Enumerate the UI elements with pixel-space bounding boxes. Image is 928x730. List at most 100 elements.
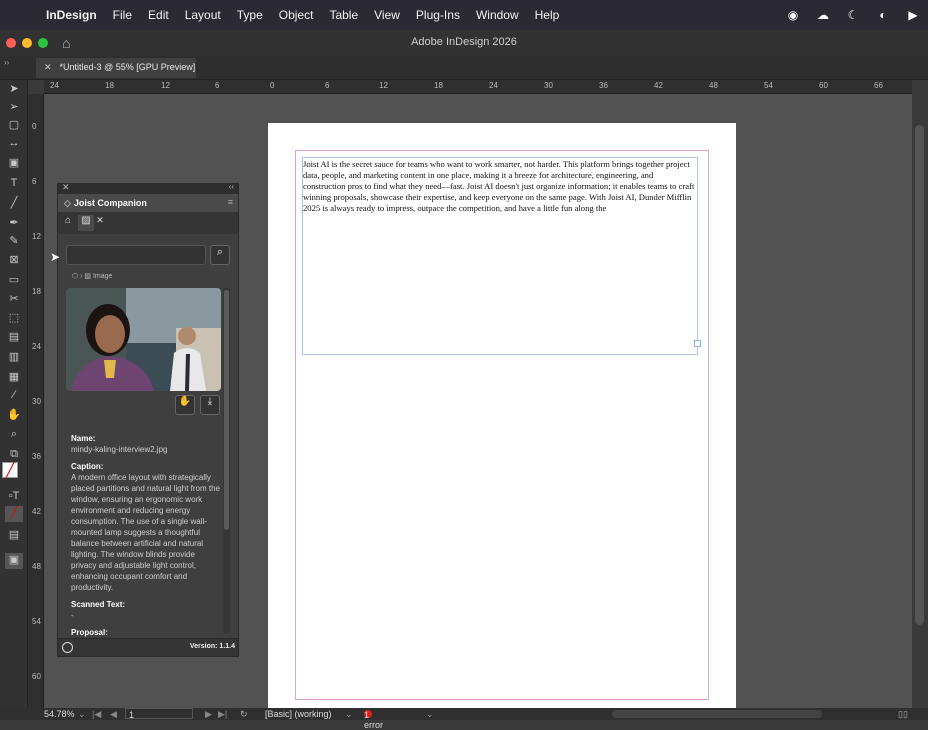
note-tool-icon[interactable]: ▦ bbox=[5, 370, 23, 386]
eyedropper-tool-icon[interactable]: ⁄ bbox=[5, 389, 23, 405]
creative-cloud-icon[interactable]: ☁ bbox=[808, 8, 838, 22]
ruler-tick-label: 18 bbox=[434, 81, 443, 90]
menu-edit[interactable]: Edit bbox=[140, 8, 177, 22]
panel-drag-strip[interactable]: ✕ ‹‹ bbox=[58, 182, 238, 194]
last-page-icon[interactable]: ▶| bbox=[218, 709, 227, 720]
document-tab-label: *Untitled-3 @ 55% [GPU Preview] bbox=[59, 62, 196, 72]
record-icon[interactable]: ◉ bbox=[778, 8, 808, 22]
line-tool-icon[interactable]: ╱ bbox=[5, 196, 23, 212]
activity-icon[interactable]: ◐ bbox=[868, 8, 898, 22]
panel-header[interactable]: ◇ Joist Companion ≡ bbox=[58, 194, 238, 212]
close-panel-icon[interactable]: ✕ bbox=[62, 182, 70, 193]
sync-icon[interactable]: ↻ bbox=[240, 709, 248, 720]
menu-file[interactable]: File bbox=[105, 8, 140, 22]
panel-expand-icon[interactable]: ◇ bbox=[64, 198, 71, 208]
first-page-icon[interactable]: |◀ bbox=[92, 709, 101, 720]
overset-port-icon[interactable] bbox=[694, 340, 701, 347]
hand-tool-icon[interactable]: ✋ bbox=[5, 408, 23, 424]
screen-mode-icon[interactable]: ▤ bbox=[5, 528, 23, 544]
ruler-tick-label: 36 bbox=[599, 81, 608, 90]
content-collector-icon[interactable]: ▣ bbox=[5, 156, 23, 172]
place-image-button[interactable]: ✋ bbox=[175, 395, 195, 415]
zoom-level[interactable]: 54.78% bbox=[44, 709, 75, 719]
ruler-tick-label: 60 bbox=[819, 81, 828, 90]
scissors-tool-icon[interactable]: ✂ bbox=[5, 292, 23, 308]
mouse-pointer-icon: ➤ bbox=[50, 250, 61, 264]
gap-tool-icon[interactable]: ↔ bbox=[5, 137, 23, 153]
preview-mode-icon[interactable]: ▣ bbox=[5, 553, 23, 569]
apply-none-icon[interactable]: ╱ bbox=[5, 506, 23, 522]
place-icon: ✋ bbox=[178, 396, 192, 407]
panel-scroll-thumb[interactable] bbox=[224, 290, 229, 530]
name-value: mindy-kaling-interview2.jpg bbox=[71, 445, 168, 454]
download-button[interactable]: ⤓ bbox=[200, 395, 220, 415]
prev-page-icon[interactable]: ◀ bbox=[110, 709, 117, 720]
menu-plug-ins[interactable]: Plug-Ins bbox=[408, 8, 468, 22]
errors-dropdown-icon[interactable]: ⌄ bbox=[426, 709, 434, 720]
document-tabbar: ›› ✕ *Untitled-3 @ 55% [GPU Preview] bbox=[0, 56, 928, 80]
menu-view[interactable]: View bbox=[366, 8, 408, 22]
panel-menu-icon[interactable]: ≡ bbox=[228, 197, 233, 207]
profile-dropdown-icon[interactable]: ⌄ bbox=[345, 709, 353, 720]
collapse-panels-icon[interactable]: ›› bbox=[4, 58, 9, 67]
type-tool-icon[interactable]: T bbox=[5, 177, 23, 193]
page-tool-icon[interactable]: ▢ bbox=[5, 118, 23, 134]
formatting-container-icon[interactable]: ▫T bbox=[5, 490, 23, 506]
panel-scrollbar[interactable] bbox=[223, 288, 230, 633]
dark-mode-icon[interactable]: ☾ bbox=[838, 8, 868, 22]
gradient-swatch-tool-icon[interactable]: ▤ bbox=[5, 330, 23, 346]
photo-illustration bbox=[66, 288, 221, 391]
menu-object[interactable]: Object bbox=[271, 8, 322, 22]
home-tab-icon[interactable]: ⌂ bbox=[60, 215, 76, 231]
preflight-profile[interactable]: [Basic] (working) bbox=[265, 709, 332, 719]
horizontal-scrollbar[interactable] bbox=[612, 710, 822, 718]
next-page-icon[interactable]: ▶ bbox=[205, 709, 212, 720]
search-icon: ⌕ bbox=[216, 246, 224, 258]
split-window-icon[interactable]: ▯▯ bbox=[898, 709, 908, 720]
zoom-dropdown-icon[interactable]: ⌄ bbox=[78, 709, 86, 720]
pen-tool-icon[interactable]: ✒ bbox=[5, 216, 23, 232]
body-text[interactable]: Joist AI is the secret sauce for teams w… bbox=[303, 158, 697, 214]
direct-selection-tool-icon[interactable]: ➢ bbox=[5, 100, 23, 116]
breadcrumb-image[interactable]: Image bbox=[93, 273, 112, 280]
menu-indesign[interactable]: InDesign bbox=[38, 8, 105, 22]
user-icon[interactable] bbox=[62, 642, 73, 653]
rectangle-tool-icon[interactable]: ▭ bbox=[5, 273, 23, 289]
menu-type[interactable]: Type bbox=[229, 8, 271, 22]
gradient-feather-tool-icon[interactable]: ▥ bbox=[5, 350, 23, 366]
cube-icon[interactable]: ⬡ bbox=[72, 273, 78, 280]
name-label: Name: bbox=[71, 434, 96, 443]
rectangle-frame-tool-icon[interactable]: ⊠ bbox=[5, 253, 23, 269]
search-button[interactable]: ⌕ bbox=[210, 245, 230, 265]
menu-window[interactable]: Window bbox=[468, 8, 527, 22]
vertical-scrollbar[interactable] bbox=[912, 80, 928, 708]
ruler-tick-label: 12 bbox=[161, 81, 170, 90]
ruler-tick-label: 18 bbox=[105, 81, 114, 90]
close-images-tab-icon[interactable]: ✕ bbox=[92, 215, 108, 231]
app-title: Adobe InDesign 2026 bbox=[411, 36, 517, 48]
text-frame[interactable]: Joist AI is the secret sauce for teams w… bbox=[302, 157, 698, 355]
pencil-tool-icon[interactable]: ✎ bbox=[5, 234, 23, 250]
zoom-tool-icon[interactable]: ⌕ bbox=[5, 428, 23, 444]
search-input[interactable] bbox=[66, 245, 206, 265]
breadcrumb: ⬡ › ▨ Image bbox=[72, 273, 113, 280]
close-tab-icon[interactable]: ✕ bbox=[44, 62, 52, 72]
image-preview[interactable] bbox=[66, 288, 221, 391]
menu-help[interactable]: Help bbox=[527, 8, 568, 22]
collapse-panel-icon[interactable]: ‹‹ bbox=[229, 182, 234, 191]
ruler-tick-label: 6 bbox=[32, 177, 37, 186]
menu-table[interactable]: Table bbox=[321, 8, 366, 22]
play-icon[interactable]: ▶ bbox=[898, 8, 928, 22]
selection-tool-icon[interactable]: ➤ bbox=[5, 82, 23, 98]
ruler-tick-label: 6 bbox=[215, 81, 220, 90]
none-slash-icon: ╱ bbox=[5, 462, 15, 478]
free-transform-tool-icon[interactable]: ⬚ bbox=[5, 311, 23, 327]
panel-tabs: ⌂ ▨ ✕ bbox=[58, 212, 238, 234]
document-tab[interactable]: ✕ *Untitled-3 @ 55% [GPU Preview] bbox=[36, 58, 196, 78]
preflight-errors-label: 1 error bbox=[364, 710, 384, 730]
fill-swatch[interactable]: ╱ bbox=[2, 462, 18, 478]
scroll-thumb[interactable] bbox=[915, 125, 924, 625]
menu-layout[interactable]: Layout bbox=[177, 8, 229, 22]
page-number-field[interactable]: 1 bbox=[125, 708, 193, 720]
ruler-tick-label: 0 bbox=[32, 122, 37, 131]
